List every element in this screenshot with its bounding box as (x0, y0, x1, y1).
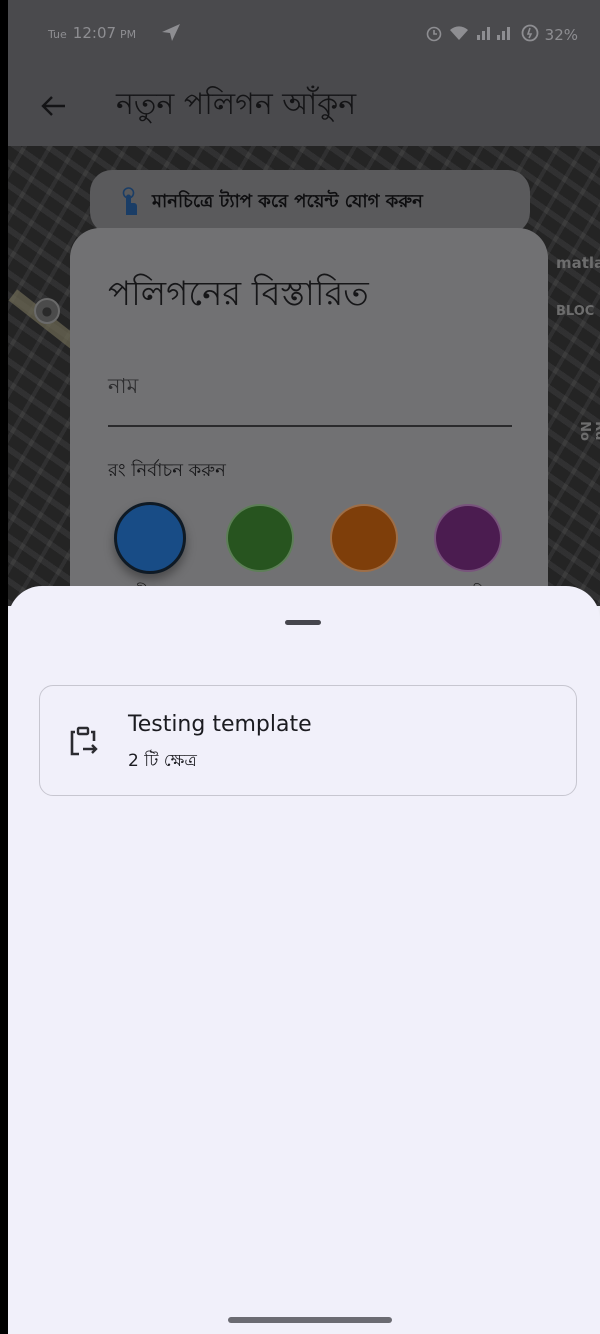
status-day: Tue (48, 28, 67, 41)
status-icons: 32% (425, 24, 578, 46)
template-paste-icon (66, 724, 100, 758)
template-item[interactable]: Testing template 2 টি ক্ষেত্র (39, 685, 577, 796)
map-label: matla (556, 254, 600, 272)
app-bar: নতুন পলিগন আঁকুন (8, 70, 600, 146)
name-input-underline (108, 425, 512, 427)
instruction-hint: মানচিত্রে ট্যাপ করে পয়েন্ট যোগ করুন (90, 170, 530, 234)
back-button[interactable] (34, 86, 74, 126)
status-bar: Tue 12:07 PM 32% (8, 0, 600, 70)
status-clock: 12:07 (72, 24, 117, 42)
color-swatch-orange[interactable] (330, 504, 398, 572)
dialog-title: পলিগনের বিস্তারিত (108, 274, 369, 314)
template-name: Testing template (128, 712, 312, 737)
color-section-label: রং নির্বাচন করুন (108, 460, 226, 481)
polygon-details-dialog: পলিগনের বিস্তারিত নাম রং নির্বাচন করুন ন… (70, 228, 548, 628)
alarm-icon (425, 24, 443, 46)
navigation-icon (160, 22, 182, 46)
name-input[interactable]: নাম (108, 370, 138, 405)
color-swatch-green[interactable] (226, 504, 294, 572)
instruction-text: মানচিত্রে ট্যাপ করে পয়েন্ট যোগ করুন (152, 190, 423, 212)
battery-icon (521, 24, 539, 46)
drag-handle[interactable] (285, 620, 321, 625)
map-pin-icon: ● (34, 298, 60, 324)
status-time: Tue 12:07 PM (48, 24, 136, 42)
signal-icon (475, 26, 515, 44)
tap-hand-icon (116, 187, 140, 217)
wifi-icon (449, 25, 469, 45)
battery-percent: 32% (544, 26, 578, 44)
home-indicator (228, 1317, 392, 1323)
map-label: Rd No (576, 421, 600, 441)
status-ampm: PM (120, 28, 137, 41)
color-swatch-purple[interactable] (434, 504, 502, 572)
template-field-count: 2 টি ক্ষেত্র (128, 751, 197, 771)
arrow-back-icon (41, 96, 65, 116)
template-bottom-sheet: Testing template 2 টি ক্ষেত্র (8, 586, 600, 1334)
screen: Tue 12:07 PM 32% নতুন পলিগন আঁকুন ● matl… (8, 0, 600, 1334)
color-swatch-blue[interactable] (114, 502, 186, 574)
map-label: BLOC (556, 304, 595, 319)
page-title: নতুন পলিগন আঁকুন (116, 87, 357, 122)
